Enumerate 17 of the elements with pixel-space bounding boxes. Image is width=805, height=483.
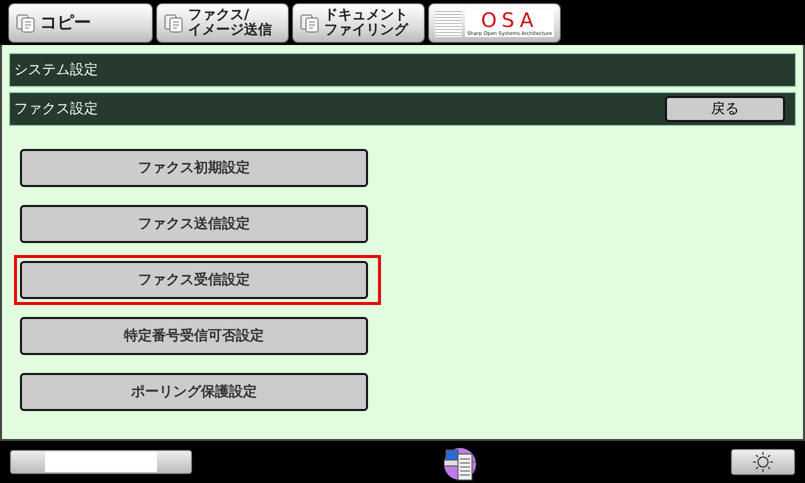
mode-tab[interactable]: ファクス/ イメージ送信 bbox=[156, 3, 289, 43]
menu-button[interactable]: ファクス送信設定 bbox=[20, 205, 368, 243]
sun-icon bbox=[752, 451, 774, 473]
document-icon bbox=[299, 12, 321, 34]
screen-title: システム設定 bbox=[14, 61, 98, 79]
menu-button[interactable]: 特定番号受信可否設定 bbox=[20, 317, 368, 355]
status-button[interactable] bbox=[10, 450, 192, 474]
section-title: ファクス設定 bbox=[14, 100, 98, 118]
mode-tab[interactable]: ドキュメント ファイリング bbox=[292, 3, 425, 43]
menu-button[interactable]: ファクス受信設定 bbox=[20, 261, 368, 299]
back-button[interactable]: 戻る bbox=[665, 96, 785, 122]
brightness-button[interactable] bbox=[731, 449, 795, 475]
mode-tab[interactable]: コピー bbox=[8, 3, 153, 43]
menu-button[interactable]: ポーリング保護設定 bbox=[20, 373, 368, 411]
menu-button[interactable]: ファクス初期設定 bbox=[20, 149, 368, 187]
document-icon bbox=[163, 12, 185, 34]
document-icon bbox=[15, 12, 37, 34]
